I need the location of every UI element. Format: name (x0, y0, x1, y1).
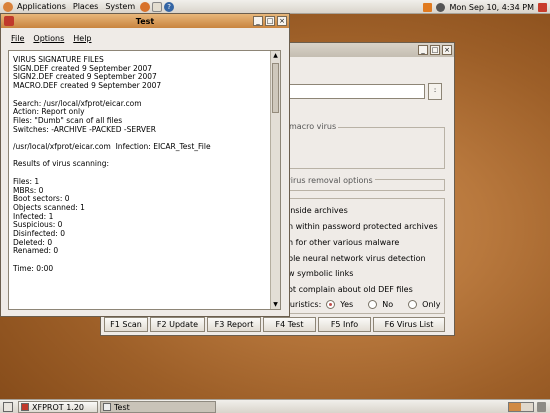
vertical-scrollbar[interactable]: ▲ ▼ (270, 51, 280, 309)
xfprot-task-icon (21, 403, 29, 411)
taskbar-xfprot[interactable]: XFPROT 1.20 (18, 401, 98, 413)
browse-button[interactable]: : (428, 83, 442, 100)
minimize-button[interactable]: _ (418, 45, 428, 55)
scan-path-input[interactable] (285, 84, 425, 99)
f6-virus-list-button[interactable]: F6 Virus List (373, 317, 445, 332)
heuristics-row: euristics: Yes No Only (285, 300, 440, 309)
report-line (13, 274, 265, 283)
f3-report-button[interactable]: F3 Report (207, 317, 261, 332)
close-button[interactable]: × (442, 45, 452, 55)
f2-update-button[interactable]: F2 Update (150, 317, 205, 332)
option-archives[interactable]: inside archives (288, 206, 348, 215)
function-key-bar: F1 Scan F2 Update F3 Report F4 Test F5 I… (104, 317, 445, 332)
report-line (13, 169, 265, 178)
f1-scan-button[interactable]: F1 Scan (104, 317, 148, 332)
heuristics-yes-radio[interactable] (326, 300, 336, 309)
places-menu[interactable]: Places (73, 2, 98, 11)
test-task-icon (103, 403, 111, 411)
menu-file[interactable]: File (11, 34, 24, 43)
menu-options[interactable]: Options (33, 34, 64, 43)
virus-removal-label: virus removal options (284, 176, 375, 185)
report-line: Renamed: 0 (13, 246, 59, 256)
close-button[interactable]: × (277, 16, 287, 26)
maximize-button[interactable]: □ (265, 16, 275, 26)
test-menubar: File Options Help (1, 31, 289, 45)
top-panel: Applications Places System ? Mon Sep 10,… (0, 0, 550, 14)
report-line: Time: 0:00 (13, 263, 54, 273)
option-symbolic-links[interactable]: w symbolic links (288, 269, 353, 278)
report-text: VIRUS SIGNATURE FILES SIGN.DEF created 9 … (13, 55, 265, 283)
trash-icon[interactable] (537, 402, 546, 412)
show-desktop-icon[interactable] (3, 402, 13, 412)
report-line: Files: 1 (13, 176, 40, 186)
macro-virus-frame (285, 127, 445, 169)
ubuntu-logo-icon[interactable] (3, 1, 13, 12)
firefox-launcher-icon[interactable] (140, 1, 151, 12)
scroll-up-icon[interactable]: ▲ (271, 51, 280, 60)
help-launcher-icon[interactable]: ? (164, 1, 175, 12)
volume-icon[interactable] (436, 2, 446, 12)
f4-test-button[interactable]: F4 Test (263, 317, 316, 332)
heuristics-only-label[interactable]: Only (422, 300, 440, 309)
heuristics-no-label[interactable]: No (382, 300, 393, 309)
option-old-def[interactable]: ot complain about old DEF files (288, 285, 413, 294)
f5-info-button[interactable]: F5 Info (318, 317, 371, 332)
test-titlebar[interactable]: Test _ □ × (1, 14, 289, 28)
scroll-thumb[interactable] (272, 63, 279, 113)
option-malware[interactable]: h for other various malware (288, 238, 399, 247)
test-window: Test _ □ × File Options Help VIRUS SIGNA… (0, 13, 290, 317)
taskbar-xfprot-label: XFPROT 1.20 (32, 402, 85, 412)
heuristics-label: euristics: (285, 300, 322, 309)
system-menu[interactable]: System (105, 2, 135, 11)
mail-launcher-icon[interactable] (152, 1, 163, 12)
heuristics-only-radio[interactable] (408, 300, 418, 309)
heuristics-no-radio[interactable] (368, 300, 378, 309)
option-neural-network[interactable]: ble neural network virus detection (288, 254, 426, 263)
taskbar-test-label: Test (114, 402, 130, 412)
option-password-archives[interactable]: n within password protected archives (288, 222, 438, 231)
maximize-button[interactable]: □ (430, 45, 440, 55)
menu-help[interactable]: Help (73, 34, 91, 43)
update-notifier-icon[interactable] (423, 2, 433, 12)
bottom-panel: XFPROT 1.20 Test (0, 399, 550, 413)
applications-menu[interactable]: Applications (17, 2, 66, 11)
report-line: Results of virus scanning: (13, 159, 109, 169)
test-window-title: Test (135, 16, 155, 26)
logout-icon[interactable] (538, 2, 547, 12)
heuristics-yes-label[interactable]: Yes (340, 300, 353, 309)
workspace-switcher[interactable] (508, 402, 534, 412)
clock[interactable]: Mon Sep 10, 4:34 PM (449, 3, 534, 12)
report-line: MACRO.DEF created 9 September 2007 (13, 81, 162, 91)
report-text-area[interactable]: VIRUS SIGNATURE FILES SIGN.DEF created 9 … (8, 50, 281, 310)
scroll-down-icon[interactable]: ▼ (271, 300, 280, 309)
taskbar-test[interactable]: Test (100, 401, 216, 413)
minimize-button[interactable]: _ (253, 16, 263, 26)
report-line: /usr/local/xfprot/eicar.com Infection: E… (13, 142, 211, 152)
macro-virus-label: macro virus (287, 122, 339, 131)
report-line: Switches: -ARCHIVE -PACKED -SERVER (13, 124, 156, 134)
